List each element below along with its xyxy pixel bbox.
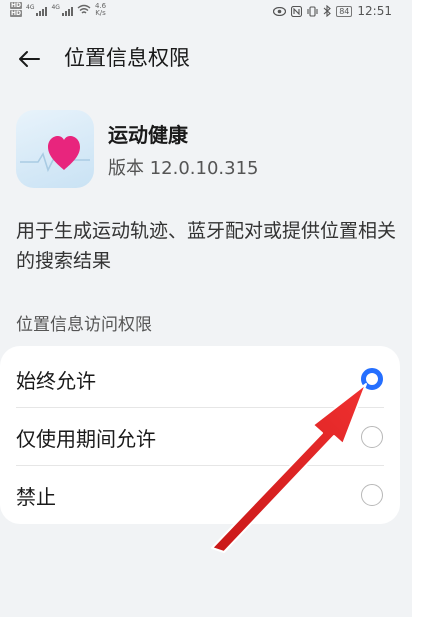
bluetooth-icon: [323, 5, 332, 17]
option-always-allow[interactable]: 始终允许: [0, 350, 400, 408]
radio-selected-icon[interactable]: [361, 368, 383, 390]
annotation-arrow-icon: [211, 383, 367, 553]
app-icon: [16, 110, 94, 188]
signal-icon-2: 4G: [51, 4, 73, 16]
option-label: 始终允许: [16, 369, 96, 393]
option-deny[interactable]: 禁止: [0, 466, 400, 524]
battery-icon: 84: [336, 5, 353, 17]
option-label: 仅使用期间允许: [16, 427, 156, 451]
app-version: 版本 12.0.10.315: [108, 158, 259, 179]
status-time: 12:51: [357, 4, 392, 18]
screen-edge: [412, 0, 424, 617]
back-arrow-icon[interactable]: [14, 44, 44, 74]
option-while-using[interactable]: 仅使用期间允许: [0, 408, 400, 466]
heart-icon: [20, 136, 90, 173]
wifi-icon: [77, 4, 91, 14]
option-label: 禁止: [16, 485, 56, 509]
status-right: 84 12:51: [273, 4, 392, 18]
radio-unselected-icon[interactable]: [361, 484, 383, 506]
header: 位置信息权限: [0, 38, 412, 78]
eye-icon: [273, 6, 287, 16]
status-bar: HD HD 4G 4G 4.6 K/s 84 12:51: [0, 0, 412, 22]
page-title: 位置信息权限: [64, 46, 190, 70]
location-options-card: 始终允许 仅使用期间允许 禁止: [0, 346, 400, 524]
permission-description: 用于生成运动轨迹、蓝牙配对或提供位置相关的搜索结果: [16, 220, 397, 272]
signal-icon: 4G: [26, 4, 48, 16]
screen: HD HD 4G 4G 4.6 K/s 84 12:51 位置信息权限 运动健康…: [0, 0, 412, 617]
net-speed: 4.6 K/s: [94, 1, 107, 17]
app-name: 运动健康: [108, 123, 188, 147]
status-left: HD HD 4G 4G 4.6 K/s: [10, 2, 106, 17]
radio-unselected-icon[interactable]: [361, 426, 383, 448]
nfc-icon: [291, 5, 303, 17]
section-label: 位置信息访问权限: [16, 315, 152, 335]
vibrate-icon: [307, 5, 318, 17]
sim-icon: HD HD: [10, 2, 23, 17]
